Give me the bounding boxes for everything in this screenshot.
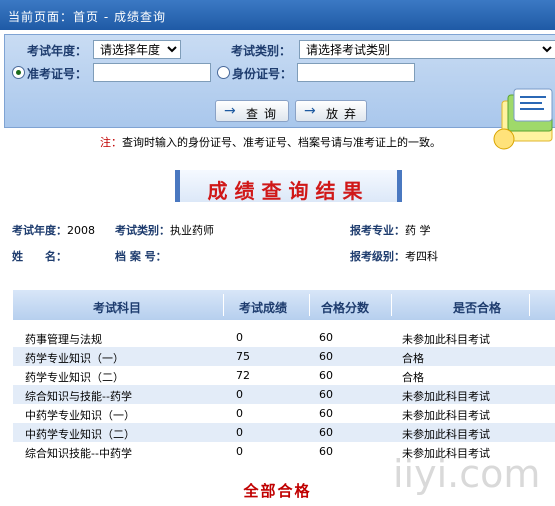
info-major: 报考专业：药 学 [350,224,431,237]
breadcrumb-bar: 当前页面：首页 - 成绩查询 [0,0,555,30]
overall-result: 全部合格 [243,482,312,500]
header-passed: 是否合格 [453,301,502,315]
table-row: 中药学专业知识（二） 0 60 未参加此科目考试 [13,423,555,442]
ticket-label: 准考证号： [27,67,88,81]
arrow-right-icon: → [304,103,316,119]
header-subject: 考试科目 [93,301,142,315]
query-note: 注：查询时输入的身份证号、准考证号、档案号请与准考证上的一致。 [100,136,441,149]
table-row: 药学专业知识（二） 72 60 合格 [25,369,424,384]
arrow-right-icon: → [224,103,236,119]
giveup-button[interactable]: → 放弃 [295,100,367,122]
search-panel: 考试年度： 请选择年度 考试类别： 请选择考试类别 准考证号： 身份证号： → … [4,34,555,150]
name-redacted [78,248,110,262]
ticket-radio[interactable] [12,66,25,79]
header-score: 考试成绩 [239,301,288,315]
table-row: 药事管理与法规 0 60 未参加此科目考试 [25,331,490,346]
info-year: 考试年度：2008 [12,224,95,237]
query-button[interactable]: → 查询 [215,100,289,122]
info-level: 报考级别：考四科 [350,250,438,263]
year-select[interactable]: 请选择年度 [93,40,181,59]
id-radio[interactable] [217,66,230,79]
file-number-redacted [182,248,246,262]
table-row: 药学专业知识（一） 75 60 合格 [13,347,555,366]
table-row: 综合知识与技能--药学 0 60 未参加此科目考试 [13,385,555,404]
table-row: 中药学专业知识（一） 0 60 未参加此科目考试 [25,407,490,422]
header-pass-score: 合格分数 [321,301,370,315]
info-file-number: 档 案 号： [115,250,167,263]
result-title-box: 成绩查询结果 [175,170,402,203]
info-exam-type: 考试类别：执业药师 [115,224,214,237]
info-name: 姓 名： [12,250,67,263]
table-header: 考试科目 考试成绩 合格分数 是否合格 [13,290,555,320]
year-label: 考试年度： [27,44,88,58]
id-number-input[interactable] [297,63,415,82]
id-label: 身份证号： [232,67,293,81]
exam-type-select[interactable]: 请选择考试类别 [299,40,555,59]
result-title: 成绩查询结果 [207,179,370,203]
breadcrumb: 当前页面：首页 - 成绩查询 [8,10,166,24]
exam-type-label: 考试类别： [231,44,292,58]
decoration-graphic [493,88,553,150]
ticket-number-input[interactable] [93,63,211,82]
